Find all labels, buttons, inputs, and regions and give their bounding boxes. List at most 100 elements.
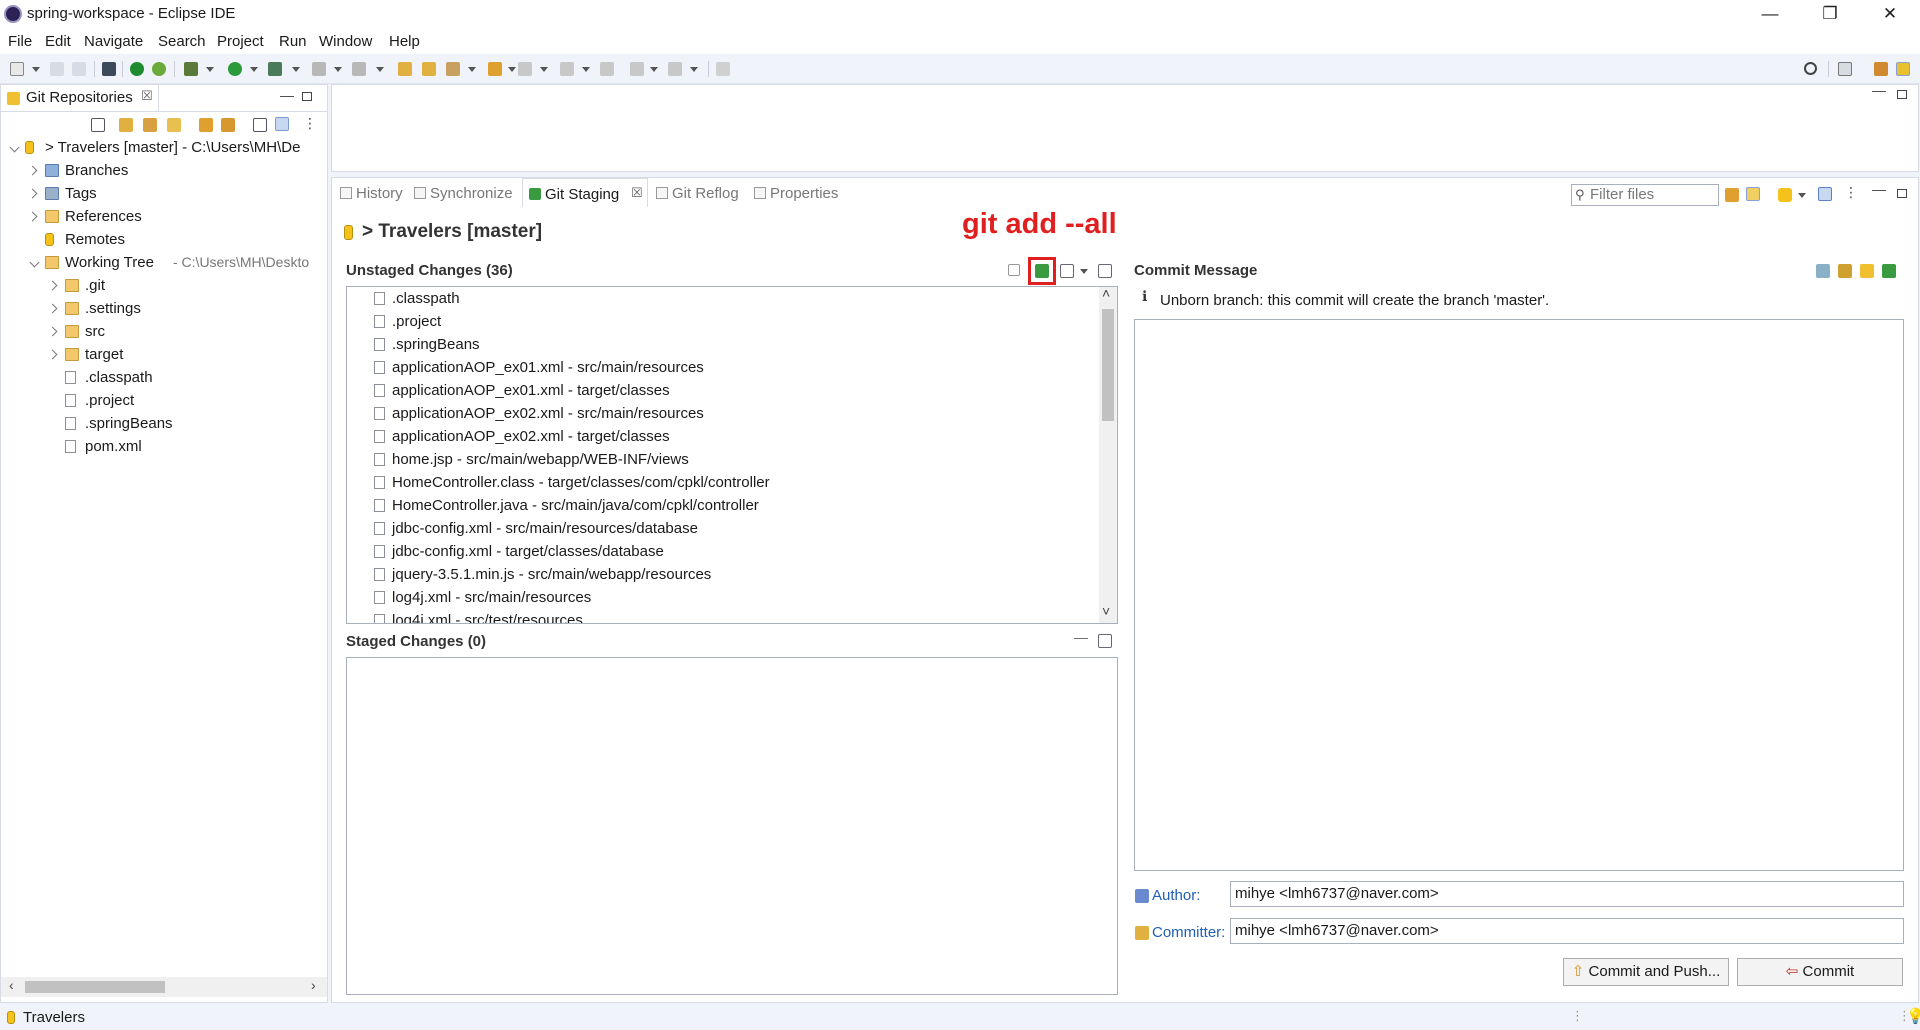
search-icon[interactable] <box>1804 62 1817 75</box>
save-all-icon[interactable] <box>72 62 86 76</box>
unstaged-file-row[interactable]: HomeController.class - target/classes/co… <box>374 471 770 494</box>
back-dropdown-icon[interactable] <box>650 67 658 72</box>
author-field[interactable]: mihye <lmh6737@naver.com> <box>1230 881 1904 907</box>
forward-icon[interactable] <box>668 62 682 76</box>
collapsed-chevron-icon[interactable] <box>47 280 58 291</box>
scroll-thumb[interactable] <box>1102 309 1114 421</box>
editor-maximize-icon[interactable] <box>1897 90 1907 99</box>
terminal-icon[interactable] <box>102 62 116 76</box>
commit-and-push-button[interactable]: ⇧ Commit and Push... <box>1563 958 1729 986</box>
vertical-scrollbar[interactable]: ˄ ˅ <box>1099 287 1117 623</box>
perspective-dropdown-icon[interactable] <box>508 67 516 72</box>
hierarchical-layout-icon[interactable] <box>253 118 267 132</box>
save-icon[interactable] <box>50 62 64 76</box>
tab-git-reflog[interactable]: Git Reflog <box>654 181 754 207</box>
unstaged-file-row[interactable]: jdbc-config.xml - target/classes/databas… <box>374 540 664 563</box>
unstaged-changes-list[interactable]: .classpath .project .springBeans applicatio… <box>346 286 1118 624</box>
select-repository-icon[interactable] <box>1778 188 1792 202</box>
collapsed-chevron-icon[interactable] <box>27 165 38 176</box>
tab-git-staging[interactable]: Git Staging ☒ <box>522 178 648 207</box>
commit-button[interactable]: ⇦ Commit <box>1737 958 1903 986</box>
unstaged-file-row[interactable]: log4j.xml - src/main/resources <box>374 586 591 609</box>
prev-annotation-dropdown-icon[interactable] <box>582 67 590 72</box>
new-dropdown-icon[interactable] <box>32 67 40 72</box>
add-selected-to-index-icon[interactable] <box>1008 264 1020 276</box>
scroll-right-icon[interactable]: › <box>311 977 316 993</box>
close-button[interactable]: ✕ <box>1860 0 1920 30</box>
staging-maximize-icon[interactable] <box>1897 189 1907 198</box>
tab-synchronize[interactable]: Synchronize <box>412 181 522 207</box>
collapse-all-icon[interactable] <box>91 118 105 132</box>
unstaged-file-row[interactable]: log4j.xml - src/test/resources <box>374 609 583 623</box>
new-icon[interactable] <box>10 62 24 76</box>
open-perspective-button-icon[interactable] <box>1838 62 1852 76</box>
menu-file[interactable]: File <box>8 33 32 50</box>
menu-navigate[interactable]: Navigate <box>84 33 143 50</box>
back-icon[interactable] <box>630 62 644 76</box>
prev-annotation-icon[interactable] <box>560 62 574 76</box>
tab-git-repositories[interactable]: Git Repositories ☒ <box>1 85 159 111</box>
expanded-chevron-icon[interactable] <box>29 257 40 268</box>
create-repository-icon[interactable] <box>167 118 181 132</box>
server-start-icon[interactable] <box>130 62 144 76</box>
menu-help[interactable]: Help <box>389 33 420 50</box>
connect-icon[interactable] <box>352 62 366 76</box>
stop-dropdown-icon[interactable] <box>334 67 342 72</box>
presentation-dropdown-icon[interactable] <box>1080 269 1088 274</box>
committer-label[interactable]: Committer: <box>1152 924 1225 941</box>
git-perspective-icon[interactable] <box>1896 62 1910 76</box>
collapsed-chevron-icon[interactable] <box>47 326 58 337</box>
column-layout-icon[interactable] <box>1818 187 1832 201</box>
tip-bulb-icon[interactable]: 💡 <box>1906 1007 1920 1025</box>
collapsed-chevron-icon[interactable] <box>47 303 58 314</box>
collapsed-chevron-icon[interactable] <box>27 211 38 222</box>
open-task-icon[interactable] <box>422 62 436 76</box>
expanded-chevron-icon[interactable] <box>9 142 20 153</box>
search-tool-icon[interactable] <box>446 62 460 76</box>
presentation-icon[interactable] <box>1060 264 1074 278</box>
clone-repository-icon[interactable] <box>143 118 157 132</box>
menu-search[interactable]: Search <box>158 33 206 50</box>
add-change-id-icon[interactable] <box>1882 264 1896 278</box>
menu-project[interactable]: Project <box>217 33 264 50</box>
forward-dropdown-icon[interactable] <box>690 67 698 72</box>
unstaged-file-row[interactable]: home.jsp - src/main/webapp/WEB-INF/views <box>374 448 689 471</box>
filter-files-input[interactable]: ⚲ Filter files <box>1571 184 1719 206</box>
staging-view-menu-icon[interactable]: ⋮ <box>1844 184 1858 201</box>
scroll-thumb[interactable] <box>25 981 165 993</box>
unstaged-file-row[interactable]: jquery-3.5.1.min.js - src/main/webapp/re… <box>374 563 711 586</box>
stop-icon[interactable] <box>312 62 326 76</box>
search-tool-dropdown-icon[interactable] <box>468 67 476 72</box>
menu-run[interactable]: Run <box>279 33 307 50</box>
tab-close-icon[interactable]: ☒ <box>141 88 153 104</box>
remove-all-from-index-icon[interactable] <box>1098 634 1112 648</box>
remove-from-index-icon[interactable]: — <box>1074 629 1088 645</box>
signed-off-icon[interactable] <box>1838 264 1852 278</box>
pin-editor-icon[interactable] <box>716 62 730 76</box>
next-annotation-icon[interactable] <box>518 62 532 76</box>
staging-minimize-icon[interactable]: — <box>1872 181 1886 197</box>
committer-field[interactable]: mihye <lmh6737@naver.com> <box>1230 918 1904 944</box>
open-perspective-icon[interactable] <box>488 62 502 76</box>
unstaged-file-row[interactable]: applicationAOP_ex01.xml - target/classes <box>374 379 670 402</box>
author-label[interactable]: Author: <box>1152 887 1200 904</box>
horizontal-scrollbar[interactable]: ‹ › <box>1 977 327 997</box>
unstaged-file-row[interactable]: HomeController.java - src/main/java/com/… <box>374 494 759 517</box>
unstaged-file-row[interactable]: .classpath <box>374 287 460 310</box>
menu-edit[interactable]: Edit <box>45 33 71 50</box>
view-minimize-icon[interactable]: — <box>280 87 294 103</box>
maximize-button[interactable]: ❐ <box>1800 0 1860 30</box>
java-ee-perspective-icon[interactable] <box>1874 62 1888 76</box>
external-tools-icon[interactable] <box>268 62 282 76</box>
unstaged-file-row[interactable]: applicationAOP_ex02.xml - target/classes <box>374 425 670 448</box>
refresh-staging-icon[interactable] <box>1725 188 1739 202</box>
add-all-to-index-icon[interactable] <box>1035 264 1049 278</box>
unstaged-file-row[interactable]: jdbc-config.xml - src/main/resources/dat… <box>374 517 698 540</box>
unstaged-file-row[interactable]: applicationAOP_ex02.xml - src/main/resou… <box>374 402 704 425</box>
run-icon[interactable] <box>228 62 242 76</box>
unstaged-file-row[interactable]: .springBeans <box>374 333 480 356</box>
pull-icon[interactable] <box>221 118 235 132</box>
scroll-left-icon[interactable]: ‹ <box>9 977 14 993</box>
collapsed-chevron-icon[interactable] <box>27 188 38 199</box>
view-menu-icon[interactable]: ⋮ <box>303 115 317 132</box>
